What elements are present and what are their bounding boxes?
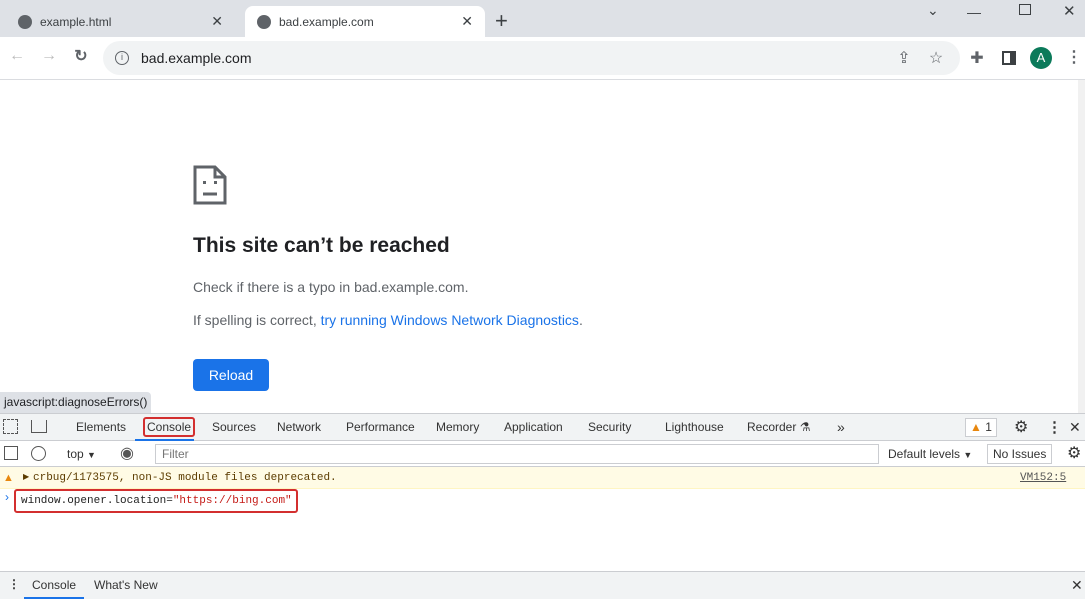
- tab-network[interactable]: Network: [277, 414, 321, 441]
- side-panel-icon[interactable]: [1002, 51, 1016, 65]
- page-title: This site can’t be reached: [193, 234, 450, 257]
- context-selector[interactable]: top ▼: [67, 447, 96, 461]
- maximize-button[interactable]: [1019, 4, 1031, 15]
- settings-gear-icon[interactable]: ⚙: [1014, 414, 1028, 441]
- sad-document-icon: [193, 165, 227, 205]
- close-tab-icon[interactable]: ✕: [461, 13, 473, 30]
- warning-icon: ▲: [3, 472, 14, 484]
- globe-icon: [257, 14, 271, 29]
- globe-icon: [18, 14, 32, 29]
- device-toolbar-icon[interactable]: [31, 420, 47, 433]
- clear-console-icon[interactable]: [31, 446, 46, 461]
- tab-security[interactable]: Security: [588, 414, 631, 441]
- new-tab-button[interactable]: +: [495, 8, 508, 34]
- source-link[interactable]: VM152:5: [1020, 467, 1066, 489]
- log-levels-dropdown[interactable]: Default levels ▼: [888, 447, 972, 461]
- devtools-menu-icon[interactable]: ⋮: [1047, 414, 1062, 441]
- tab-application[interactable]: Application: [504, 414, 563, 441]
- console-settings-icon[interactable]: ⚙: [1067, 443, 1081, 463]
- close-tab-icon[interactable]: ✕: [211, 13, 223, 30]
- reload-button[interactable]: Reload: [193, 359, 269, 391]
- tab-console[interactable]: Console: [135, 414, 196, 441]
- error-page: This site can’t be reached Check if ther…: [0, 80, 1085, 413]
- browser-toolbar: ← → ↻ i bad.example.com ⇪ ☆ ✚ A ⋮: [0, 37, 1085, 80]
- extensions-puzzle-icon[interactable]: ✚: [965, 48, 989, 68]
- tab-strip: example.html ✕ bad.example.com ✕ + ⌄ — ✕: [0, 0, 1085, 37]
- avatar[interactable]: A: [1030, 47, 1052, 69]
- dropdown-arrow-icon: ▼: [87, 450, 96, 460]
- tab-elements[interactable]: Elements: [76, 414, 126, 441]
- network-diagnostics-link[interactable]: try running Windows Network Diagnostics: [321, 312, 579, 328]
- console-toolbar: top ▼ ◉ Default levels ▼ No Issues ⚙: [0, 441, 1085, 467]
- inspect-element-icon[interactable]: [3, 419, 18, 434]
- console-message-warning: ▲ ▶ crbug/1173575, non-JS module files d…: [0, 467, 1085, 489]
- diagnostics-hint: If spelling is correct, try running Wind…: [193, 312, 583, 328]
- tab-search-chevron-icon[interactable]: ⌄: [927, 2, 939, 19]
- tab-lighthouse[interactable]: Lighthouse: [665, 414, 724, 441]
- expand-triangle-icon[interactable]: ▶: [23, 467, 29, 489]
- reload-icon[interactable]: ↻: [69, 46, 93, 66]
- tab-sources[interactable]: Sources: [212, 414, 256, 441]
- tab-example-html[interactable]: example.html ✕: [6, 6, 235, 37]
- tab-recorder[interactable]: Recorder ⚗: [747, 414, 810, 441]
- sidebar-toggle-icon[interactable]: [4, 446, 18, 460]
- forward-button[interactable]: →: [37, 47, 61, 65]
- drawer-tab-whats-new[interactable]: What's New: [94, 572, 158, 599]
- warnings-badge[interactable]: ▲ 1: [965, 418, 997, 437]
- status-bubble: javascript:diagnoseErrors(): [0, 392, 152, 413]
- tab-bad-example[interactable]: bad.example.com ✕: [245, 6, 485, 37]
- devtools-tab-bar: Elements Console Sources Network Perform…: [0, 413, 1085, 441]
- drawer-tab-console[interactable]: Console: [24, 572, 85, 599]
- page-scrollbar[interactable]: [1078, 80, 1085, 413]
- more-tabs-icon[interactable]: »: [837, 414, 845, 441]
- flask-icon: ⚗: [799, 420, 811, 434]
- dropdown-arrow-icon: ▼: [963, 450, 973, 460]
- drawer-menu-icon[interactable]: ⋮: [8, 577, 20, 591]
- live-expression-eye-icon[interactable]: ◉: [120, 443, 134, 463]
- tab-memory[interactable]: Memory: [436, 414, 479, 441]
- info-icon[interactable]: i: [115, 51, 129, 65]
- prompt-chevron-icon: ›: [5, 490, 9, 504]
- minimize-button[interactable]: —: [967, 4, 981, 20]
- console-command[interactable]: window.opener.location="https://bing.com…: [14, 489, 298, 513]
- close-drawer-icon[interactable]: ✕: [1071, 577, 1083, 594]
- share-icon[interactable]: ⇪: [892, 48, 916, 68]
- warning-icon: ▲: [970, 420, 982, 434]
- filter-input[interactable]: [155, 444, 879, 464]
- back-button[interactable]: ←: [5, 47, 29, 65]
- close-devtools-icon[interactable]: ✕: [1069, 414, 1081, 441]
- close-window-button[interactable]: ✕: [1063, 2, 1076, 20]
- typo-hint: Check if there is a typo in bad.example.…: [193, 279, 469, 295]
- tab-performance[interactable]: Performance: [346, 414, 415, 441]
- drawer-tab-bar: ⋮ Console What's New ✕: [0, 571, 1085, 599]
- issues-button[interactable]: No Issues: [987, 444, 1053, 464]
- menu-kebab-icon[interactable]: ⋮: [1062, 47, 1085, 67]
- bookmark-star-icon[interactable]: ☆: [924, 48, 948, 68]
- address-bar[interactable]: i bad.example.com ⇪ ☆: [103, 41, 960, 75]
